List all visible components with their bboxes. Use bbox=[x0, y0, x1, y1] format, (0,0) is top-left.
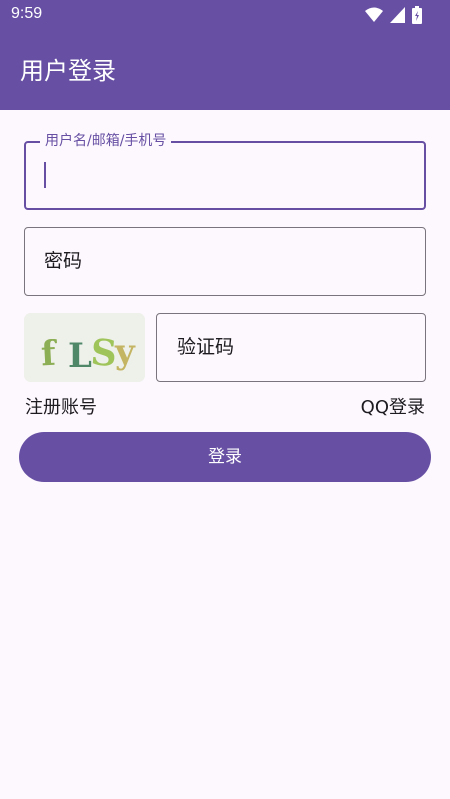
captcha-char-3: S bbox=[89, 331, 118, 375]
password-field[interactable]: 密码 bbox=[24, 227, 426, 296]
captcha-field[interactable]: 验证码 bbox=[156, 313, 426, 382]
login-screen: 9:59 用户登录 用户名/邮箱/手机号 密码 f L S y 验证码 注册账号… bbox=[0, 0, 450, 799]
password-placeholder: 密码 bbox=[44, 250, 83, 272]
status-bar: 9:59 bbox=[0, 0, 450, 30]
captcha-placeholder: 验证码 bbox=[177, 336, 235, 358]
wifi-icon bbox=[365, 7, 383, 22]
signal-icon bbox=[390, 7, 405, 23]
qq-login-link[interactable]: QQ登录 bbox=[361, 396, 425, 420]
status-icons bbox=[365, 6, 422, 24]
captcha-char-4: y bbox=[114, 332, 136, 372]
captcha-image[interactable]: f L S y bbox=[24, 313, 145, 382]
captcha-graphic: f L S y bbox=[24, 313, 145, 382]
captcha-char-2: L bbox=[68, 336, 92, 376]
page-title: 用户登录 bbox=[20, 57, 116, 85]
text-cursor bbox=[44, 162, 46, 188]
status-time: 9:59 bbox=[11, 5, 43, 22]
username-field[interactable]: 用户名/邮箱/手机号 bbox=[24, 132, 426, 210]
username-label: 用户名/邮箱/手机号 bbox=[40, 132, 172, 150]
register-link[interactable]: 注册账号 bbox=[25, 396, 97, 420]
battery-icon bbox=[412, 6, 422, 24]
login-button[interactable]: 登录 bbox=[19, 432, 431, 482]
